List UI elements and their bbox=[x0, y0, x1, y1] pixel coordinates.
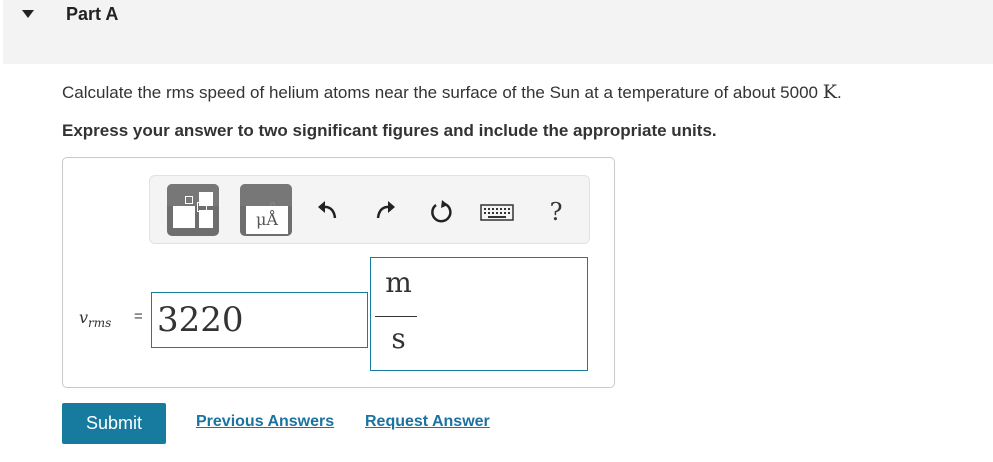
question-end: . bbox=[836, 83, 842, 102]
unit-denominator: s bbox=[391, 322, 406, 355]
reset-icon bbox=[431, 200, 452, 223]
reset-button[interactable] bbox=[423, 194, 459, 230]
part-header[interactable]: Part A bbox=[0, 0, 993, 64]
fraction-bar bbox=[375, 316, 417, 317]
unit-numerator: m bbox=[385, 266, 412, 299]
value-input[interactable]: 3220 bbox=[151, 292, 368, 348]
keyboard-icon bbox=[480, 204, 514, 221]
unit-input[interactable]: m s bbox=[370, 257, 588, 371]
math-toolbar: μÅ ? bbox=[149, 175, 590, 244]
part-title: Part A bbox=[66, 4, 119, 24]
units-icon: μÅ bbox=[246, 206, 288, 234]
question-text: Calculate the rms speed of helium atoms … bbox=[62, 81, 842, 103]
variable-symbol: v bbox=[79, 308, 89, 327]
submit-button[interactable]: Submit bbox=[62, 403, 166, 444]
instruction-text: Express your answer to two significant f… bbox=[62, 121, 717, 140]
collapse-caret-icon[interactable] bbox=[22, 10, 34, 18]
undo-icon bbox=[318, 201, 337, 219]
temperature-unit: K bbox=[822, 81, 837, 103]
variable-label: vrms bbox=[79, 308, 111, 330]
templates-button[interactable] bbox=[167, 184, 219, 236]
variable-subscript: rms bbox=[88, 316, 112, 331]
question-body: Calculate the rms speed of helium atoms … bbox=[62, 83, 819, 102]
keyboard-button[interactable] bbox=[477, 194, 517, 230]
help-button[interactable]: ? bbox=[538, 194, 574, 230]
equals-sign: = bbox=[134, 308, 143, 325]
redo-icon bbox=[376, 201, 395, 219]
part-header-band bbox=[0, 0, 993, 64]
redo-button[interactable] bbox=[367, 194, 403, 230]
request-answer-link[interactable]: Request Answer bbox=[365, 413, 490, 431]
undo-button[interactable] bbox=[310, 194, 346, 230]
answer-box: μÅ ? vrms = 3220 m s bbox=[62, 157, 615, 388]
units-button[interactable]: μÅ bbox=[240, 184, 292, 236]
previous-answers-link[interactable]: Previous Answers bbox=[196, 413, 334, 431]
